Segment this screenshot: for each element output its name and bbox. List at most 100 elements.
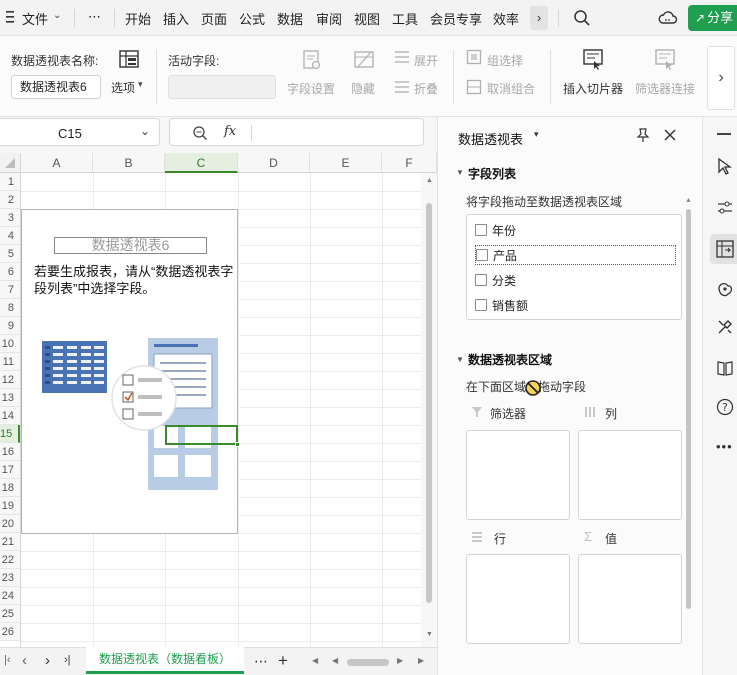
panel-title[interactable]: 数据透视表 — [458, 129, 523, 148]
column-header[interactable]: D — [238, 153, 310, 173]
ribbon-scroll-right-button[interactable]: › — [707, 46, 735, 110]
function-icon[interactable]: fx — [224, 124, 236, 139]
field-item[interactable]: 分类 — [475, 270, 516, 290]
menu-tab[interactable]: 插入 — [163, 9, 189, 28]
vertical-scrollbar[interactable]: ▲ ▼ — [421, 173, 437, 647]
formula-input[interactable]: fx — [169, 118, 424, 146]
column-header[interactable]: A — [21, 153, 93, 173]
columns-drop-zone[interactable] — [578, 430, 682, 520]
add-sheet-button[interactable]: + — [278, 651, 288, 671]
scroll-left-arrow[interactable]: ◀ — [312, 656, 318, 665]
chevron-down-icon[interactable]: ⌄ — [140, 124, 150, 138]
select-arrow-icon[interactable] — [716, 157, 734, 175]
filter-connections-icon[interactable] — [654, 48, 676, 70]
last-sheet-button[interactable]: ›| — [64, 654, 71, 666]
row-header[interactable]: 24 — [0, 587, 20, 605]
close-icon[interactable] — [663, 128, 677, 142]
expand-icon[interactable] — [393, 49, 411, 65]
row-header[interactable]: 17 — [0, 461, 20, 479]
hide-icon[interactable] — [353, 49, 375, 71]
filter-connections-button[interactable]: 筛选器连接 — [635, 80, 695, 97]
field-settings-button[interactable]: 字段设置 — [287, 80, 335, 97]
row-header[interactable]: 1 — [0, 173, 20, 191]
chevron-down-icon[interactable]: ⌄ — [53, 10, 61, 21]
rows-drop-zone[interactable] — [466, 554, 570, 644]
search-icon[interactable] — [573, 9, 591, 27]
field-item[interactable]: 产品 — [475, 245, 676, 265]
column-header[interactable]: E — [310, 153, 382, 173]
pin-icon[interactable] — [635, 127, 651, 143]
menu-tab[interactable]: 公式 — [239, 9, 265, 28]
row-header[interactable]: 5 — [0, 245, 20, 263]
menu-tab[interactable]: 工具 — [392, 9, 418, 28]
select-all-corner[interactable] — [0, 153, 21, 173]
chevron-down-icon[interactable]: ▾ — [534, 129, 539, 140]
row-header[interactable]: 3 — [0, 209, 20, 227]
scroll-tabs-right-button[interactable]: › — [530, 6, 548, 30]
ungroup-button[interactable]: 取消组合 — [487, 80, 535, 97]
row-header[interactable]: 10 — [0, 335, 20, 353]
menu-tab[interactable]: 页面 — [201, 9, 227, 28]
minimize-icon[interactable] — [717, 133, 731, 135]
column-header[interactable]: C — [165, 153, 238, 173]
row-header[interactable]: 20 — [0, 515, 20, 533]
row-header[interactable]: 2 — [0, 191, 20, 209]
menu-tab[interactable]: 开始 — [125, 9, 151, 28]
tools-icon[interactable] — [716, 318, 734, 336]
field-checkbox[interactable] — [475, 299, 487, 311]
column-header[interactable]: F — [382, 153, 437, 173]
expand-button[interactable]: 展开 — [414, 52, 438, 69]
row-header[interactable]: 22 — [0, 551, 20, 569]
sheet-tab-active[interactable]: 数据透视表（数据看板） — [86, 647, 244, 674]
next-sheet-button[interactable]: › — [45, 652, 50, 669]
scroll-up-arrow[interactable]: ▲ — [426, 177, 433, 184]
scroll-up-arrow[interactable]: ▲ — [685, 197, 692, 204]
panel-scrollbar[interactable]: ▲ — [685, 197, 692, 667]
pivot-layout-icon[interactable] — [118, 48, 140, 70]
first-sheet-button[interactable]: |‹ — [4, 654, 11, 666]
row-header[interactable]: 8 — [0, 299, 20, 317]
scroll-right-arrow[interactable]: ▶ — [418, 656, 424, 665]
row-header[interactable]: 4 — [0, 227, 20, 245]
spreadsheet-grid[interactable]: ABCDEF 1 2 3 4 5 6 7 8 9 10 11 12 13 14 15 16 17 18 19 20 21… — [0, 153, 437, 647]
row-header[interactable]: 9 — [0, 317, 20, 335]
horizontal-scroll-thumb[interactable] — [347, 659, 389, 666]
sliders-icon[interactable] — [716, 199, 734, 217]
menu-tab[interactable]: 效率 — [493, 9, 519, 28]
row-header[interactable]: 18 — [0, 479, 20, 497]
row-header[interactable]: 14 — [0, 407, 20, 425]
row-header[interactable]: 15 — [0, 425, 20, 443]
row-header[interactable]: 13 — [0, 389, 20, 407]
zoom-icon[interactable] — [192, 125, 208, 141]
row-header[interactable]: 19 — [0, 497, 20, 515]
row-header[interactable]: 23 — [0, 569, 20, 587]
field-item[interactable]: 销售额 — [475, 295, 528, 315]
row-header[interactable]: 26 — [0, 623, 20, 641]
insert-slicer-icon[interactable] — [582, 48, 604, 70]
menu-tab[interactable]: 会员专享 — [430, 9, 482, 28]
book-icon[interactable] — [716, 359, 734, 377]
collapse-triangle-icon[interactable]: ▼ — [456, 355, 464, 364]
options-button[interactable]: 选项 — [111, 79, 135, 96]
ungroup-icon[interactable] — [466, 79, 482, 95]
menu-tab[interactable]: 数据 — [277, 9, 303, 28]
row-header[interactable]: 25 — [0, 605, 20, 623]
menu-tab[interactable]: 视图 — [354, 9, 380, 28]
field-checkbox[interactable] — [475, 224, 487, 236]
group-selection-button[interactable]: 组选择 — [487, 52, 523, 69]
insert-slicer-button[interactable]: 插入切片器 — [563, 80, 623, 97]
file-menu[interactable]: 文件 — [22, 9, 48, 28]
row-header[interactable]: 6 — [0, 263, 20, 281]
field-settings-icon[interactable] — [301, 49, 323, 71]
prev-sheet-button[interactable]: ‹ — [22, 652, 27, 669]
scroll-right-arrow[interactable]: ▶ — [397, 656, 403, 665]
cloud-icon[interactable] — [658, 10, 678, 26]
active-field-input[interactable] — [168, 75, 276, 99]
selected-cell[interactable] — [165, 425, 238, 445]
share-button[interactable]: ↗ 分享 — [688, 5, 737, 31]
row-header[interactable]: 7 — [0, 281, 20, 299]
pivot-table-placeholder[interactable]: 数据透视表6 若要生成报表，请从“数据透视表字段列表”中选择字段。 — [21, 209, 238, 534]
row-header[interactable]: 21 — [0, 533, 20, 551]
more-sheets-button[interactable]: ⋯ — [254, 653, 268, 670]
values-drop-zone[interactable] — [578, 554, 682, 644]
